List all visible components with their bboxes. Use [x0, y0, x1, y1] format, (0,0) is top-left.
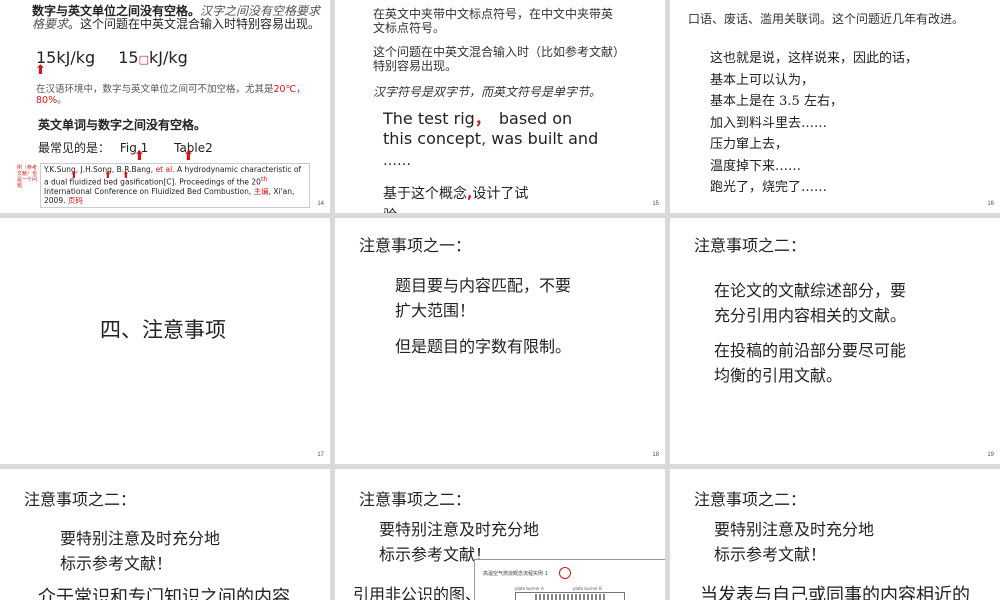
list-item: 基本上可以认为， [710, 72, 815, 88]
slide-heading: 注意事项之二： [359, 490, 472, 509]
red-arrow-icon: ⬆ [134, 149, 145, 164]
reference-side-note: 例（参考文献）也是一个问题 [17, 165, 38, 189]
slide-number: 15 [652, 201, 659, 207]
list-item: 温度掉下来…… [710, 158, 802, 174]
list-item: 跑光了，烧完了…… [710, 180, 828, 195]
point-line-1: 要特别注意及时充分地 [379, 520, 540, 539]
slide-17[interactable]: 四、注意事项 17 [0, 218, 330, 464]
slide-14[interactable]: 数字与英文单位之间没有空格。汉字之间没有空格要求 格要求。这个问题在中英文混合输… [0, 0, 330, 213]
figure-caption: 高温空气燃烧概念流程实例 1 [483, 571, 548, 577]
figure-thumbnail: 高温空气燃烧概念流程实例 1 plate burner A plate burn… [474, 559, 665, 600]
list-item: 这也就是说，这样说来，因此的话， [710, 51, 919, 66]
figure-diagram-fill [535, 594, 605, 600]
slide-heading: 注意事项之二： [694, 236, 807, 255]
english-example-1: The test rig， based on [383, 109, 573, 128]
point-line-1: 要特别注意及时充分地 [60, 529, 221, 548]
slide-22[interactable]: 注意事项之二： 要特别注意及时充分地 标示参考文献！ 当发表与自己或同事的内容相… [670, 469, 1000, 600]
slide-21[interactable]: 注意事项之二： 要特别注意及时充分地 标示参考文献！ 引用非公识的图、 高温空气… [335, 469, 665, 600]
slide-subheading: 格要求。这个问题在中英文混合输入时特别容易出现。 [32, 17, 321, 31]
point-line-2: 标示参考文献！ [60, 554, 173, 573]
chinese-example-1: 基于这个概念,设计了试 [383, 186, 529, 202]
figure-label-a: plate burner A [515, 586, 544, 591]
point-line-2: 标示参考文献！ [714, 545, 827, 564]
slide-20[interactable]: 注意事项之二： 要特别注意及时充分地 标示参考文献！ 介于常识和专门知识之间的内… [0, 469, 330, 600]
unit-note: 在汉语环境中，数字与英文单位之间可不加空格，尤其是20℃，80%。 [36, 84, 306, 106]
slide-heading: 注意事项之一： [359, 236, 472, 255]
red-circle-icon [559, 567, 571, 579]
point-line-3: 当发表与自己或同事的内容相近的 [700, 585, 970, 600]
slide-line-1: 在英文中夹带中文标点符号，在中文中夹带英文标点符号。 [373, 7, 614, 35]
chinese-example-2: 验…… [383, 205, 425, 213]
point-line-4: 均衡的引用文献。 [714, 366, 843, 385]
slide-19[interactable]: 注意事项之二： 在论文的文献综述部分，要 充分引用内容相关的文献。 在投稿的前沿… [670, 218, 1000, 464]
point-line-1: 在论文的文献综述部分，要 [714, 281, 907, 300]
english-example-3: …… [383, 153, 411, 169]
point-line-3: 但是题目的字数有限制。 [395, 337, 572, 356]
point-line-3: 在投稿的前沿部分要尽可能 [714, 341, 907, 360]
slide-number: 19 [987, 452, 994, 458]
examples-list: 这也就是说，这样说来，因此的话， 基本上可以认为， 基本上是在 3.5 左右， … [710, 48, 918, 199]
point-line-1: 要特别注意及时充分地 [714, 520, 875, 539]
slide-number: 17 [317, 452, 324, 458]
slide-number: 18 [652, 452, 659, 458]
unit-example: 15kJ/kg 15□kJ/kg [36, 48, 188, 67]
red-arrow-icon: ⬆ [183, 149, 194, 164]
slide-16[interactable]: 口语、废话、滥用关联词。这个问题近几年有改进。 这也就是说，这样说来，因此的话，… [670, 0, 1000, 213]
point-line-3: 介于常识和专门知识之间的内容 [38, 587, 290, 600]
list-item: 加入到料斗里去…… [710, 115, 828, 131]
rule-2: 英文单词与数字之间没有空格。 [38, 118, 207, 132]
list-item: 压力窜上去， [710, 137, 789, 152]
slide-line-2: 这个问题在中英文混合输入时（比如参考文献）特别容易出现。 [373, 45, 620, 73]
red-arrow-icon: ⬆ [122, 171, 130, 181]
reference-example: Y.K.Sung, J.H.Song, B.R.Bang, et al. A h… [40, 163, 310, 208]
red-arrow-icon: ⬆ [70, 171, 78, 181]
slide-15[interactable]: 在英文中夹带中文标点符号，在中文中夹带英文标点符号。 这个问题在中英文混合输入时… [335, 0, 665, 213]
figure-label-b: plate burner B [573, 586, 602, 591]
list-item: 基本上是在 3.5 左右， [710, 94, 843, 109]
red-arrow-icon: ⬆ [104, 171, 112, 181]
slide-heading: 注意事项之二： [694, 490, 807, 509]
section-title: 四、注意事项 [100, 318, 226, 342]
slide-18[interactable]: 注意事项之一： 题目要与内容匹配，不要 扩大范围！ 但是题目的字数有限制。 18 [335, 218, 665, 464]
slide-number: 14 [317, 201, 324, 207]
slide-heading: 注意事项之二： [24, 490, 137, 509]
point-line-2: 充分引用内容相关的文献。 [714, 306, 907, 325]
point-line-3: 引用非公识的图、 [353, 585, 482, 600]
slide-line-3: 汉字符号是双字节，而英文符号是单字节。 [373, 85, 602, 99]
english-example-2: this concept, was built and [383, 129, 599, 148]
red-arrow-icon: ⬆ [35, 63, 46, 78]
slide-top-line: 口语、废话、滥用关联词。这个问题近几年有改进。 [688, 12, 965, 26]
slide-number: 16 [987, 201, 994, 207]
point-line-2: 扩大范围！ [395, 301, 476, 320]
point-line-1: 题目要与内容匹配，不要 [395, 276, 572, 295]
